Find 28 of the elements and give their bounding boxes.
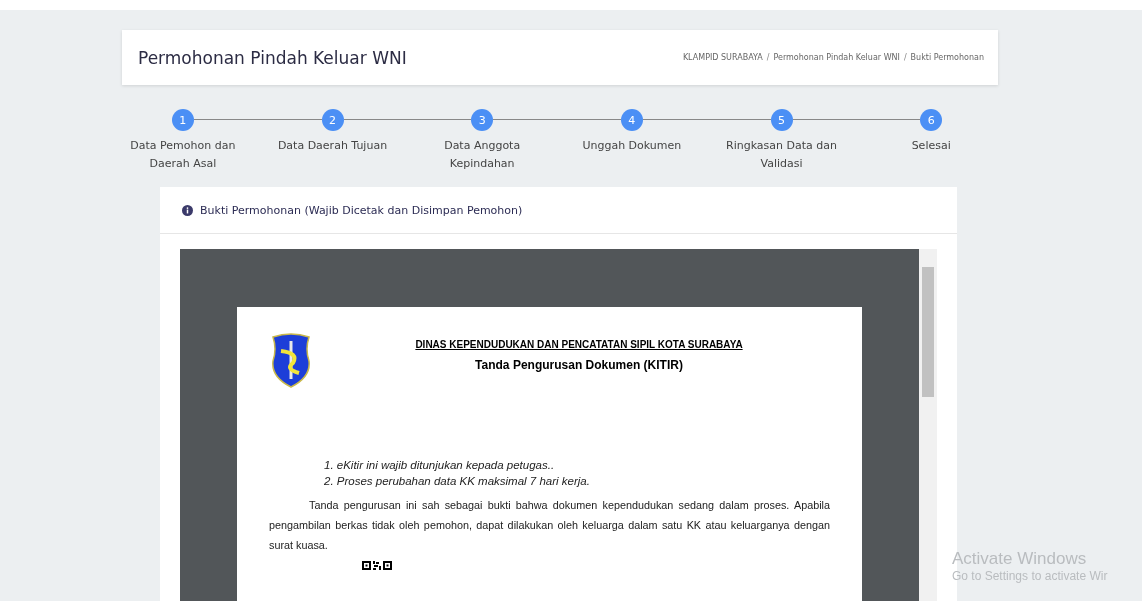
step-label: Selesai xyxy=(910,138,952,154)
breadcrumb-link[interactable]: Permohonan Pindah Keluar WNI xyxy=(773,53,900,62)
breadcrumb-link[interactable]: KLAMPID SURABAYA xyxy=(682,53,763,62)
agency-heading: DINAS KEPENDUDUKAN DAN PENCATATAN SIPIL KOTA SURABAYA xyxy=(415,339,743,350)
info-icon xyxy=(182,204,193,216)
step-label: Data Daerah Tujuan xyxy=(276,138,389,154)
step-number[interactable]: 4 xyxy=(620,109,643,131)
note-item: 1. eKitir ini wajib ditunjukan kepada petugas.. xyxy=(324,459,556,471)
step-number[interactable]: 6 xyxy=(920,109,943,131)
breadcrumb-link[interactable]: Bukti Permohonan xyxy=(910,53,984,62)
step-number[interactable]: 5 xyxy=(770,109,793,131)
scrollbar[interactable] xyxy=(919,249,937,601)
city-emblem-icon xyxy=(269,333,313,389)
step-number[interactable]: 3 xyxy=(471,109,494,131)
page-title: Permohonan Pindah Keluar WNI xyxy=(138,47,407,68)
panel-title: Bukti Permohonan (Wajib Dicetak dan Disimpan Pemohon) xyxy=(200,203,523,217)
document-title: Tanda Pengurusan Dokumen (KITIR) xyxy=(475,358,683,372)
note-item: 2. Proses perubahan data KK maksimal 7 hari kerja. xyxy=(324,475,591,487)
qr-code-icon xyxy=(362,561,392,570)
step-label: Ringkasan Data dan Validasi xyxy=(725,138,838,172)
step-number[interactable]: 2 xyxy=(321,109,344,131)
breadcrumb-separator: / xyxy=(903,53,907,62)
breadcrumb-separator: / xyxy=(766,53,770,62)
step-label: Data Anggota Kepindahan xyxy=(443,138,522,172)
document-paragraph: Tanda pengurusan ini sah sebagai bukti bahwa dokumen kependudukan sedang dalam proses. Apabila pengambilan berkas tidak oleh pemohon, dapat dilakukan oleh keluarga dalam satu KK atau keluarganya dengan surat kuasa. xyxy=(269,498,830,553)
step-number[interactable]: 1 xyxy=(171,109,194,131)
step-label: Unggah Dokumen xyxy=(581,138,683,154)
step-label: Data Pemohon dan Daerah Asal xyxy=(129,138,237,172)
